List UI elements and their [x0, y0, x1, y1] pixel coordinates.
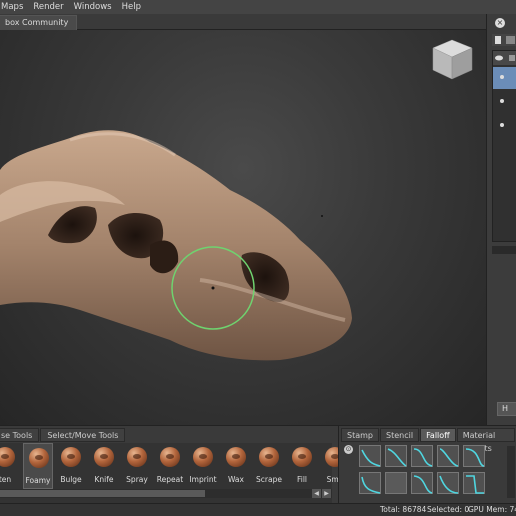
layer-row[interactable]	[493, 67, 516, 89]
falloff-preset[interactable]	[437, 472, 459, 494]
sculpt-model	[0, 130, 352, 361]
layer-row[interactable]	[493, 115, 516, 137]
falloff-panel: Stamp Stencil Falloff Material Presets ⊙	[338, 426, 516, 504]
falloff-preset[interactable]	[437, 445, 459, 467]
layer-visibility-icon[interactable]	[500, 99, 504, 103]
brush-icon	[160, 447, 180, 467]
tab-falloff[interactable]: Falloff	[420, 428, 456, 442]
tab-stencil[interactable]: Stencil	[380, 428, 420, 442]
layer-options-icon[interactable]	[506, 36, 515, 44]
falloff-preset[interactable]	[359, 445, 381, 467]
view-cube-icon[interactable]	[432, 39, 473, 80]
brush-icon	[259, 447, 279, 467]
falloff-tabs: Stamp Stencil Falloff Material Presets	[341, 428, 516, 453]
lock-icon[interactable]	[509, 55, 515, 61]
brush-icon	[29, 448, 49, 468]
brush-icon	[94, 447, 114, 467]
help-button[interactable]: H	[497, 402, 516, 416]
brush-icon	[193, 447, 213, 467]
scroll-right-icon[interactable]: ▶	[322, 489, 331, 498]
brush-fill[interactable]: Fill	[287, 443, 317, 489]
brush-ten[interactable]: ten	[0, 443, 20, 489]
falloff-preset[interactable]	[411, 472, 433, 494]
brush-label: Foamy	[25, 476, 51, 485]
bottom-tray: se Tools Select/Move Tools ten Foamy Bulge…	[0, 425, 516, 504]
falloff-preset[interactable]	[385, 445, 407, 467]
falloff-options-icon[interactable]: ⊙	[344, 445, 353, 454]
brush-spray[interactable]: Spray	[122, 443, 152, 489]
brush-icon	[61, 447, 81, 467]
falloff-preset[interactable]	[463, 445, 485, 467]
menu-bar: Maps Render Windows Help	[0, 0, 516, 14]
layer-visibility-icon[interactable]	[500, 75, 504, 79]
status-gpu-mem: GPU Mem: 74	[468, 505, 516, 514]
falloff-scrollbar[interactable]	[507, 446, 515, 498]
brush-foamy[interactable]: Foamy	[23, 443, 53, 489]
close-icon[interactable]: ×	[495, 18, 505, 28]
tab-select-move-tools[interactable]: Select/Move Tools	[40, 428, 126, 442]
layer-header	[493, 51, 516, 65]
menu-help[interactable]: Help	[117, 0, 146, 14]
brush-icon	[127, 447, 147, 467]
scroll-left-icon[interactable]: ◀	[312, 489, 321, 498]
layer-toolbar	[492, 34, 516, 46]
layer-scrollbar[interactable]	[492, 246, 516, 254]
falloff-preset[interactable]	[385, 472, 407, 494]
layers-panel: × H	[486, 14, 516, 430]
menu-maps[interactable]: Maps	[0, 0, 28, 14]
eye-icon[interactable]	[495, 55, 503, 61]
sculpt-viewport[interactable]	[0, 30, 486, 425]
brush-wax[interactable]: Wax	[221, 443, 251, 489]
status-total: Total: 86784	[380, 505, 427, 514]
menu-render[interactable]: Render	[28, 0, 68, 14]
scroll-thumb[interactable]	[0, 490, 205, 497]
tab-material-presets[interactable]: Material Presets	[456, 428, 515, 453]
brush-icon	[0, 447, 15, 467]
viewport-canvas	[0, 39, 473, 361]
brush-repeat[interactable]: Repeat	[155, 443, 185, 489]
brush-scrollbar[interactable]: ◀ ▶	[0, 489, 332, 498]
brush-scrape[interactable]: Scrape	[254, 443, 284, 489]
tab-strip: box Community	[0, 14, 486, 30]
layer-row[interactable]	[493, 91, 516, 113]
tab-community[interactable]: box Community	[0, 15, 78, 30]
falloff-preset[interactable]	[411, 445, 433, 467]
brush-tabs: se Tools Select/Move Tools	[0, 428, 126, 442]
brush-cursor-center	[211, 286, 215, 290]
brush-bulge[interactable]: Bulge	[56, 443, 86, 489]
menu-windows[interactable]: Windows	[69, 0, 117, 14]
brush-knife[interactable]: Knife	[89, 443, 119, 489]
brush-icon	[226, 447, 246, 467]
new-layer-icon[interactable]	[495, 36, 501, 44]
tab-stamp[interactable]: Stamp	[341, 428, 379, 442]
falloff-preset[interactable]	[463, 472, 485, 494]
status-bar: Total: 86784 Selected: 0 GPU Mem: 74	[0, 503, 516, 516]
layer-list	[492, 50, 516, 242]
brush-imprint[interactable]: Imprint	[188, 443, 218, 489]
falloff-preset[interactable]	[359, 472, 381, 494]
brush-icon	[292, 447, 312, 467]
layer-visibility-icon[interactable]	[500, 123, 504, 127]
status-selected: Selected: 0	[427, 505, 470, 514]
tab-sculpt-tools[interactable]: se Tools	[0, 428, 40, 442]
